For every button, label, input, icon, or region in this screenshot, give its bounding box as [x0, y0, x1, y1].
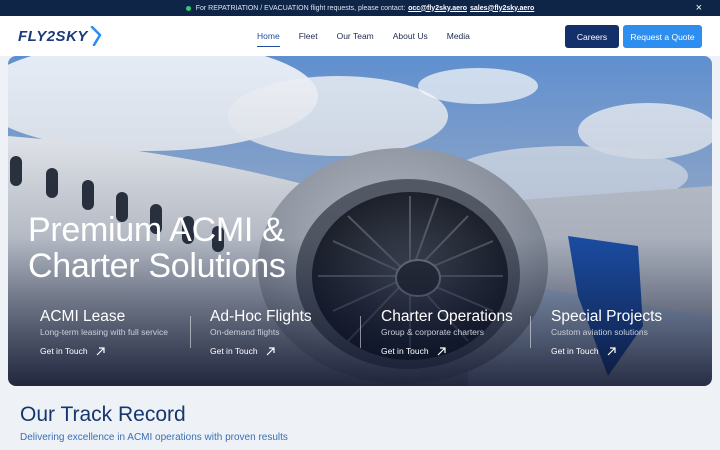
hero-title-line-1: Premium ACMI &: [28, 211, 285, 249]
announcement-text: For REPATRIATION / EVACUATION flight req…: [195, 4, 406, 12]
service-title: ACMI Lease: [40, 308, 126, 325]
nav-our-team[interactable]: Our Team: [337, 16, 374, 56]
arrow-up-right-icon: [266, 346, 275, 355]
track-record-title: Our Track Record: [20, 403, 186, 426]
service-list: ACMI Lease Long-term leasing with full s…: [8, 308, 712, 368]
service-special-projects: Special Projects Custom aviation solutio…: [551, 308, 712, 368]
get-in-touch-label: Get in Touch: [210, 346, 258, 356]
status-dot-icon: [185, 5, 191, 11]
service-acmi-lease: ACMI Lease Long-term leasing with full s…: [40, 308, 210, 368]
service-subtitle: Custom aviation solutions: [551, 327, 648, 337]
nav-fleet[interactable]: Fleet: [299, 16, 318, 56]
get-in-touch-label: Get in Touch: [551, 346, 599, 356]
logo-swoosh-icon: [90, 26, 102, 46]
get-in-touch-link[interactable]: Get in Touch: [210, 346, 380, 356]
main-nav: Home Fleet Our Team About Us Media: [257, 16, 489, 56]
service-title: Ad-Hoc Flights: [210, 308, 312, 325]
hero-section: Premium ACMI & Charter Solutions ACMI Le…: [8, 56, 712, 386]
service-subtitle: On-demand flights: [210, 327, 280, 337]
request-quote-button[interactable]: Request a Quote: [623, 25, 702, 48]
nav-home[interactable]: Home: [257, 16, 280, 56]
service-title: Special Projects: [551, 308, 663, 325]
track-record-subtitle: Delivering excellence in ACMI operations…: [20, 432, 288, 443]
get-in-touch-label: Get in Touch: [381, 346, 429, 356]
service-subtitle: Long-term leasing with full service: [40, 327, 169, 337]
service-subtitle: Group & corporate charters: [381, 327, 484, 337]
logo[interactable]: FLY2SKY: [18, 25, 102, 47]
service-charter-operations: Charter Operations Group & corporate cha…: [381, 308, 551, 368]
service-divider: [530, 316, 531, 348]
sales-email-link[interactable]: sales@fly2sky.aero: [470, 5, 534, 12]
announcement-bar: For REPATRIATION / EVACUATION flight req…: [0, 0, 720, 16]
arrow-up-right-icon: [437, 346, 446, 355]
service-ad-hoc-flights: Ad-Hoc Flights On-demand flights Get in …: [210, 308, 380, 368]
get-in-touch-label: Get in Touch: [40, 346, 88, 356]
get-in-touch-link[interactable]: Get in Touch: [381, 346, 551, 356]
close-icon[interactable]: ×: [696, 1, 702, 15]
arrow-up-right-icon: [96, 346, 105, 355]
arrow-up-right-icon: [607, 346, 616, 355]
hero-title-line-2: Charter Solutions: [28, 247, 286, 285]
service-divider: [190, 316, 191, 348]
get-in-touch-link[interactable]: Get in Touch: [551, 346, 712, 356]
nav-about-us[interactable]: About Us: [393, 16, 428, 56]
careers-button[interactable]: Careers: [565, 25, 619, 48]
ops-email-link[interactable]: occ@fly2sky.aero: [408, 5, 467, 12]
site-header: FLY2SKY Home Fleet Our Team About Us Med…: [0, 16, 720, 56]
logo-text: FLY2SKY: [18, 27, 88, 45]
hero-title: Premium ACMI & Charter Solutions: [28, 212, 286, 284]
get-in-touch-link[interactable]: Get in Touch: [40, 346, 210, 356]
nav-media[interactable]: Media: [447, 16, 470, 56]
service-divider: [360, 316, 361, 348]
service-title: Charter Operations: [381, 308, 513, 325]
